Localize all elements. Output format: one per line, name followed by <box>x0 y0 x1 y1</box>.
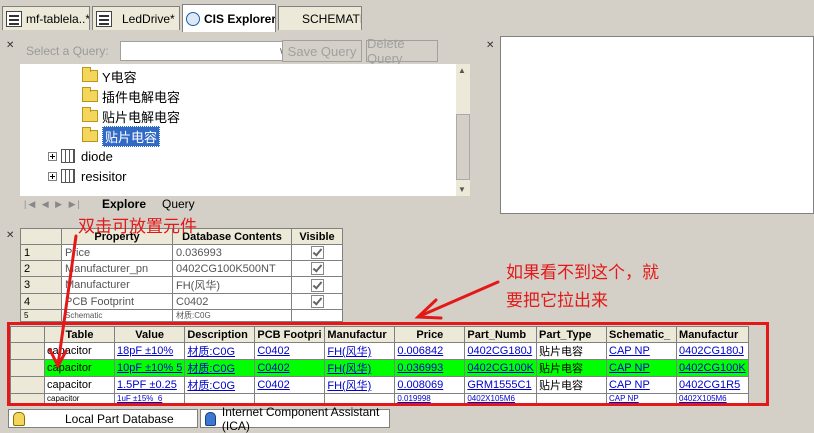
visible-checkbox[interactable] <box>310 295 324 308</box>
query-label: Select a Query: <box>26 44 109 58</box>
database-icon <box>13 411 25 426</box>
table-row[interactable]: 2 Manufacturer_pn 0402CG100K500NT <box>20 260 343 277</box>
tree-scrollbar[interactable]: ▲ ▼ <box>456 64 470 196</box>
tab-label: SCHEMATI...* <box>302 11 361 26</box>
tree-folder-label: Y电容 <box>102 69 137 85</box>
expand-icon[interactable] <box>48 151 57 161</box>
folder-icon <box>82 67 98 82</box>
row-number: 1 <box>20 244 62 261</box>
tree-folder[interactable]: 贴片电解电容 <box>82 106 180 126</box>
property-name: Schematic <box>61 309 173 322</box>
table-row[interactable]: 4 PCB Footprint C0402 <box>20 293 343 310</box>
tree-folder-selected[interactable]: 贴片电容 <box>82 125 161 147</box>
scroll-up-icon[interactable]: ▲ <box>458 66 466 75</box>
table-doc-icon <box>96 10 112 27</box>
tab-label: Internet Component Assistant (ICA) <box>221 404 380 433</box>
visible-checkbox[interactable] <box>310 278 324 292</box>
folder-icon <box>82 107 98 122</box>
expand-icon[interactable] <box>48 171 57 181</box>
document-tab-bar: mf-tablela..* LedDrive* CIS Explorer SCH… <box>0 0 814 36</box>
tab-leddrive[interactable]: LedDrive* <box>92 6 180 30</box>
tab-label: LedDrive* <box>122 11 175 26</box>
table-row[interactable]: 5 Schematic 材质:C0G <box>20 309 343 322</box>
tree-folder-label: 插件电解电容 <box>102 89 181 105</box>
tab-scroll-arrows-icon[interactable]: |◀ ◀ ▶ ▶| <box>24 196 82 212</box>
annotation-hint-line1: 如果看不到这个，就 <box>506 263 659 283</box>
scroll-down-icon[interactable]: ▼ <box>458 185 466 194</box>
row-number: 2 <box>20 260 62 277</box>
corner-cell <box>20 228 62 245</box>
table-icon <box>61 169 75 183</box>
visible-checkbox[interactable] <box>310 262 324 275</box>
table-icon <box>61 149 75 163</box>
property-name: Manufacturer <box>61 276 173 294</box>
row-number: 4 <box>20 293 62 310</box>
tree-node-label: diode <box>81 148 113 164</box>
highlight-box <box>7 322 769 406</box>
property-value: 材质:C0G <box>172 309 292 322</box>
tab-explore[interactable]: Explore <box>102 196 146 212</box>
annotation-double-click: 双击可放置元件 <box>78 217 197 237</box>
tree-node-label: resisitor <box>81 168 127 184</box>
property-table: Property Database Contents Visible 1 Pri… <box>20 228 343 322</box>
save-query-button[interactable]: Save Query <box>282 40 362 62</box>
part-tree: Y电容 插件电解电容 贴片电解电容 贴片电容 diode resisitor <box>20 64 456 196</box>
property-value: 0.036993 <box>172 244 292 261</box>
property-value: 0402CG100K500NT <box>172 260 292 277</box>
tree-folder[interactable]: 插件电解电容 <box>82 86 180 106</box>
property-name: PCB Footprint <box>61 293 173 310</box>
tab-label: mf-tablela..* <box>26 11 90 26</box>
property-name: Manufacturer_pn <box>61 260 173 277</box>
tree-folder-label: 贴片电解电容 <box>102 109 181 125</box>
property-close-icon[interactable]: ✕ <box>6 230 14 241</box>
query-row: Select a Query: ∨ Save Query Delete Quer… <box>20 36 480 66</box>
property-value: FH(风华) <box>172 276 292 294</box>
tree-folder-label: 贴片电容 <box>102 125 161 147</box>
tree-node-diode[interactable]: diode <box>48 146 113 166</box>
tree-node-resistor[interactable]: resisitor <box>48 166 127 186</box>
table-row[interactable]: 1 Price 0.036993 <box>20 244 343 261</box>
magnifier-icon <box>186 11 200 26</box>
tab-label: Local Part Database <box>65 411 174 426</box>
table-doc-icon <box>6 10 22 27</box>
arrow-head-icon <box>414 298 443 320</box>
column-header: Visible <box>291 228 343 245</box>
property-name: Price <box>61 244 173 261</box>
row-number: 3 <box>20 276 62 294</box>
preview-pane <box>500 36 814 214</box>
visible-checkbox[interactable] <box>310 246 324 259</box>
row-number: 5 <box>20 309 62 322</box>
tab-schematic[interactable]: SCHEMATI...* <box>278 6 362 30</box>
arrow-to-table <box>418 280 500 318</box>
tab-mf-tablelabel[interactable]: mf-tablela..* <box>2 6 90 30</box>
annotation-hint-line2: 要把它拉出来 <box>506 291 608 311</box>
right-pane-close-icon[interactable]: ✕ <box>486 40 494 51</box>
globe-database-icon <box>205 411 216 426</box>
property-value: C0402 <box>172 293 292 310</box>
tab-ica[interactable]: Internet Component Assistant (ICA) <box>200 405 390 433</box>
tab-cis-explorer[interactable]: CIS Explorer <box>182 4 276 32</box>
tree-folder[interactable]: Y电容 <box>82 66 137 86</box>
scroll-thumb[interactable] <box>456 114 470 180</box>
query-select[interactable]: ∨ <box>120 41 290 61</box>
bottom-tab-bar: Local Part Database Internet Component A… <box>0 405 814 433</box>
folder-icon <box>82 87 98 102</box>
delete-query-button[interactable]: Delete Query <box>366 36 438 66</box>
open-folder-icon <box>82 127 98 142</box>
table-row[interactable]: 3 Manufacturer FH(风华) <box>20 276 343 294</box>
tab-local-part-database[interactable]: Local Part Database <box>8 409 198 428</box>
tab-label: CIS Explorer <box>204 11 276 26</box>
tab-query[interactable]: Query <box>162 196 195 212</box>
pane-close-icon[interactable]: ✕ <box>6 40 14 51</box>
